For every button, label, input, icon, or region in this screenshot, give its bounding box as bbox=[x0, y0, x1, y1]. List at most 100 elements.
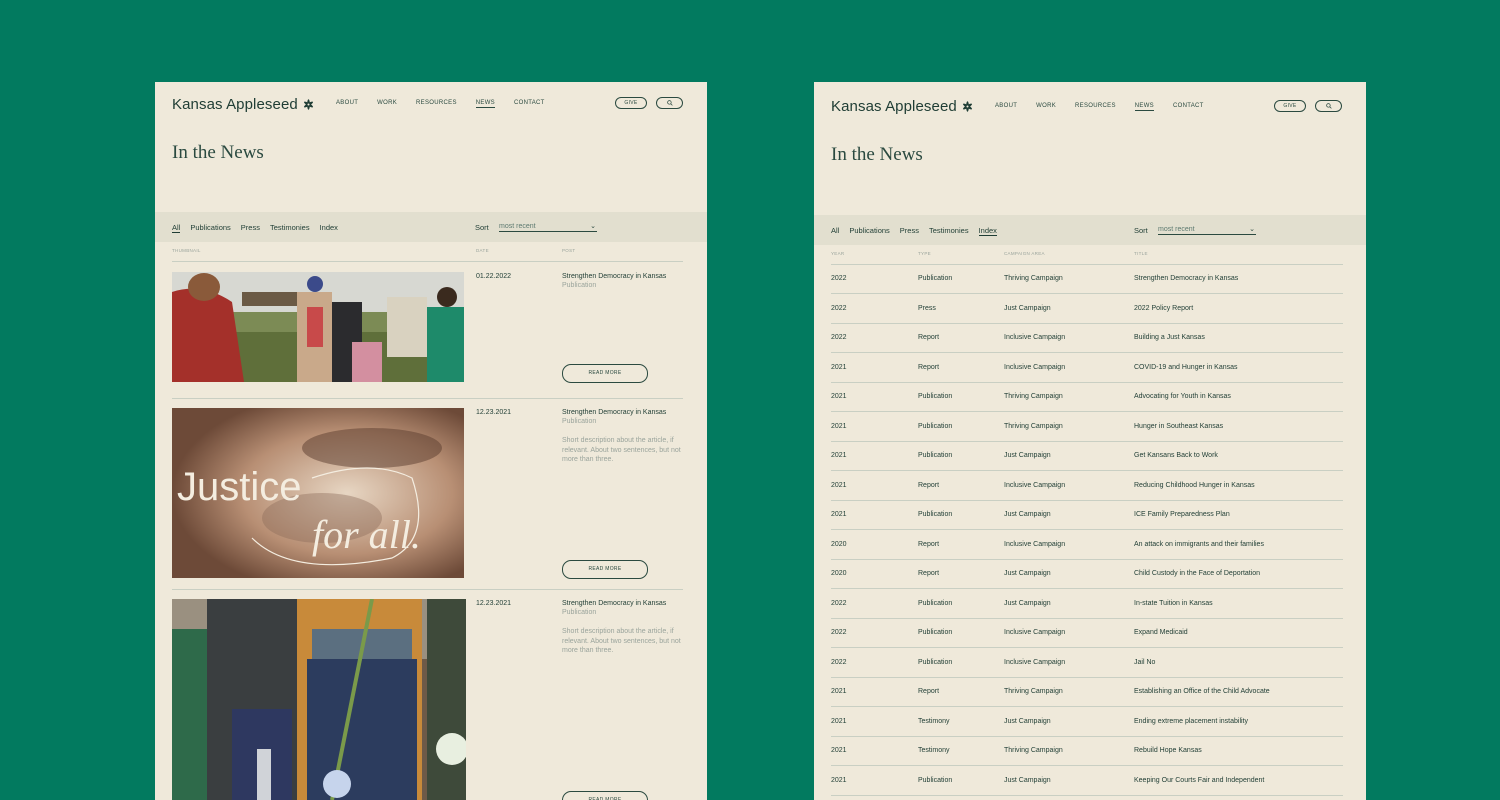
read-more-button[interactable]: READ MORE bbox=[562, 560, 648, 579]
filter-testimonies[interactable]: Testimonies bbox=[270, 223, 310, 233]
post-title[interactable]: Strengthen Democracy in Kansas bbox=[562, 273, 666, 280]
cell-title[interactable]: Rebuild Hope Kansas bbox=[1134, 747, 1202, 754]
filter-index[interactable]: Index bbox=[320, 223, 338, 233]
nav-resources[interactable]: RESOURCES bbox=[416, 100, 457, 108]
table-row[interactable]: 2021 Testimony Thriving Campaign Rebuild Ho… bbox=[814, 737, 1366, 766]
cell-type: Report bbox=[918, 334, 940, 341]
cell-year: 2022 bbox=[831, 658, 847, 666]
cell-title[interactable]: Establishing an Office of the Child Advo… bbox=[1134, 688, 1270, 695]
nav-about[interactable]: ABOUT bbox=[995, 103, 1017, 111]
table-row[interactable]: 2020 Report Just Campaign Child Custody in … bbox=[814, 560, 1366, 589]
post-title[interactable]: Strengthen Democracy in Kansas bbox=[562, 409, 666, 416]
table-row[interactable]: 2022 Report Inclusive Campaign Building a J… bbox=[814, 324, 1366, 353]
cell-type: Publication bbox=[918, 599, 953, 607]
cell-year: 2022 bbox=[831, 304, 847, 312]
table-row[interactable]: 2021 Report Inclusive Campaign Reducing Chi… bbox=[814, 472, 1366, 501]
news-index-panel: Kansas Appleseed ABOUT WORK RESOURCES NE… bbox=[814, 82, 1366, 800]
sort-label: Sort bbox=[475, 223, 489, 232]
table-row[interactable]: 2022 Publication Just Campaign In-state Tui… bbox=[814, 590, 1366, 619]
nav-about[interactable]: ABOUT bbox=[336, 100, 358, 108]
cell-title[interactable]: Hunger in Southeast Kansas bbox=[1134, 423, 1223, 430]
table-row[interactable]: 2020 Report Inclusive Campaign An attack on… bbox=[814, 531, 1366, 560]
cell-title[interactable]: In-state Tuition in Kansas bbox=[1134, 600, 1213, 607]
cell-campaign-area: Inclusive Campaign bbox=[1004, 540, 1066, 548]
filter-testimonies[interactable]: Testimonies bbox=[929, 226, 969, 236]
sort-select[interactable]: most recent ⌄ bbox=[499, 223, 597, 232]
table-row[interactable]: 2021 Publication Just Campaign ICE Family P… bbox=[814, 501, 1366, 530]
filter-press[interactable]: Press bbox=[900, 226, 919, 236]
filter-press[interactable]: Press bbox=[241, 223, 260, 233]
cell-title[interactable]: Keeping Our Courts Fair and Independent bbox=[1134, 777, 1264, 784]
table-row[interactable]: 2021 Publication Thriving Campaign Advocati… bbox=[814, 383, 1366, 412]
cell-year: 2021 bbox=[831, 393, 847, 400]
nav-news[interactable]: NEWS bbox=[1134, 103, 1154, 111]
table-row[interactable]: 2022 Publication Inclusive Campaign Jail No bbox=[814, 649, 1366, 678]
table-row[interactable]: 2021 Report Inclusive Campaign COVID-19 and… bbox=[814, 354, 1366, 383]
read-more-button[interactable]: READ MORE bbox=[562, 791, 648, 800]
filter-index[interactable]: Index bbox=[978, 226, 997, 236]
filter-bar: All Publications Press Testimonies Index… bbox=[155, 212, 707, 242]
post-date: 12.23.2021 bbox=[476, 600, 512, 607]
cell-title[interactable]: COVID-19 and Hunger in Kansas bbox=[1134, 364, 1238, 371]
post-thumbnail[interactable] bbox=[172, 272, 464, 382]
nav-contact[interactable]: CONTACT bbox=[1173, 103, 1204, 111]
cell-title[interactable]: Building a Just Kansas bbox=[1134, 334, 1205, 341]
cell-title[interactable]: Ending extreme placement instability bbox=[1134, 718, 1248, 725]
flowers-photo bbox=[172, 599, 466, 800]
filter-all[interactable]: All bbox=[831, 226, 839, 236]
table-row[interactable]: 2021 Report Thriving Campaign Establishing … bbox=[814, 678, 1366, 707]
cell-title[interactable]: Get Kansans Back to Work bbox=[1134, 452, 1218, 459]
cell-campaign-area: Just Campaign bbox=[1004, 304, 1051, 312]
cell-title[interactable]: 2022 Policy Report bbox=[1134, 305, 1193, 312]
brand-logo[interactable]: Kansas Appleseed bbox=[831, 98, 974, 115]
brand-name: Kansas Appleseed bbox=[172, 96, 298, 113]
cell-title[interactable]: Expand Medicaid bbox=[1134, 629, 1188, 636]
sort-value: most recent bbox=[1158, 226, 1195, 233]
cell-year: 2020 bbox=[831, 540, 847, 548]
search-button[interactable] bbox=[656, 97, 683, 109]
table-row[interactable]: 2022 Publication Thriving Campaign Strength… bbox=[814, 265, 1366, 294]
give-button[interactable]: GIVE bbox=[1274, 100, 1306, 112]
table-row[interactable]: 2022 Press Just Campaign 2022 Policy Report bbox=[814, 295, 1366, 324]
column-header-year: YEAR bbox=[831, 251, 845, 256]
nav-contact[interactable]: CONTACT bbox=[514, 100, 545, 108]
give-button[interactable]: GIVE bbox=[615, 97, 647, 109]
read-more-button[interactable]: READ MORE bbox=[562, 364, 648, 383]
cell-title[interactable]: Jail No bbox=[1134, 659, 1155, 666]
cell-year: 2021 bbox=[831, 363, 847, 371]
filter-publications[interactable]: Publications bbox=[849, 226, 889, 236]
cell-title[interactable]: Strengthen Democracy in Kansas bbox=[1134, 275, 1238, 282]
cell-title[interactable]: Advocating for Youth in Kansas bbox=[1134, 393, 1231, 400]
post-date: 12.23.2021 bbox=[476, 409, 512, 416]
nav-news[interactable]: NEWS bbox=[475, 100, 495, 108]
cell-campaign-area: Thriving Campaign bbox=[1004, 688, 1063, 695]
table-row[interactable]: 2022 Publication Inclusive Campaign Expand … bbox=[814, 619, 1366, 648]
cell-title[interactable]: An attack on immigrants and their famili… bbox=[1134, 541, 1264, 548]
filter-publications[interactable]: Publications bbox=[190, 223, 230, 233]
post-description: Short description about the article, if … bbox=[562, 628, 681, 654]
cell-year: 2021 bbox=[831, 747, 847, 754]
table-row[interactable]: 2021 Publication Thriving Campaign Hunger i… bbox=[814, 413, 1366, 442]
post-thumbnail[interactable] bbox=[172, 599, 466, 800]
cell-campaign-area: Thriving Campaign bbox=[1004, 422, 1063, 430]
search-button[interactable] bbox=[1315, 100, 1342, 112]
post-type: Publication bbox=[562, 609, 597, 616]
filter-all[interactable]: All bbox=[172, 223, 181, 233]
cell-campaign-area: Just Campaign bbox=[1004, 599, 1051, 607]
table-row[interactable]: 2021 Publication Just Campaign Keeping Our … bbox=[814, 767, 1366, 796]
nav-work[interactable]: WORK bbox=[377, 100, 397, 108]
nav-resources[interactable]: RESOURCES bbox=[1075, 103, 1116, 111]
cell-title[interactable]: Reducing Childhood Hunger in Kansas bbox=[1134, 482, 1255, 489]
cell-title[interactable]: Child Custody in the Face of Deportation bbox=[1134, 570, 1260, 577]
table-row[interactable]: 2021 Testimony Just Campaign Ending extreme… bbox=[814, 708, 1366, 737]
column-header-date: DATE bbox=[476, 248, 489, 253]
table-row[interactable]: 2021 Publication Just Campaign Get Kansans … bbox=[814, 442, 1366, 471]
search-icon bbox=[666, 100, 673, 106]
brand-logo[interactable]: Kansas Appleseed bbox=[172, 96, 315, 113]
cell-year: 2021 bbox=[831, 511, 847, 518]
post-thumbnail[interactable]: Justice for all. bbox=[172, 408, 464, 578]
nav-work[interactable]: WORK bbox=[1036, 103, 1056, 111]
sort-select[interactable]: most recent ⌄ bbox=[1158, 226, 1256, 235]
cell-title[interactable]: ICE Family Preparedness Plan bbox=[1134, 511, 1230, 518]
post-title[interactable]: Strengthen Democracy in Kansas bbox=[562, 600, 666, 607]
